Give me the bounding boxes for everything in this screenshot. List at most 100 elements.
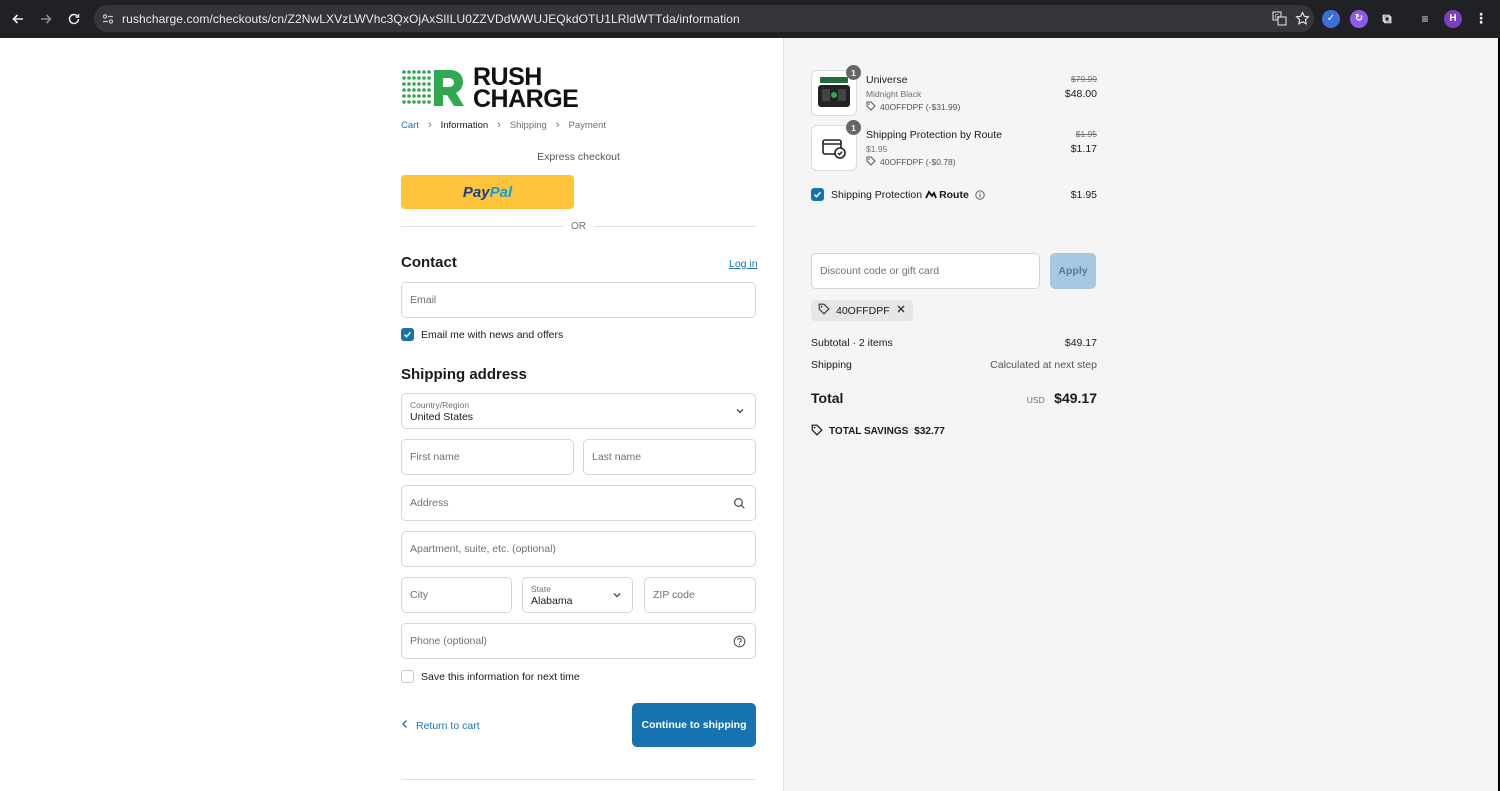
route-protection-row[interactable]: Shipping Protection Route $1.95: [811, 188, 1097, 201]
tag-icon: [818, 303, 830, 318]
breadcrumb-payment: Payment: [568, 119, 606, 131]
item-variant: Midnight Black: [866, 89, 922, 99]
first-name-field[interactable]: First name: [401, 439, 574, 475]
shipping-row: Shipping Calculated at next step: [811, 359, 1097, 371]
login-link[interactable]: Log in: [729, 258, 758, 270]
item-price: $1.17: [1070, 143, 1097, 155]
site-settings-icon[interactable]: [94, 12, 122, 26]
apply-button[interactable]: Apply: [1050, 253, 1096, 289]
or-text: OR: [571, 221, 586, 232]
url-text[interactable]: rushcharge.com/checkouts/cn/Z2NwLXVzLWVh…: [122, 12, 740, 26]
quantity-badge: 1: [846, 65, 861, 80]
apply-label: Apply: [1058, 265, 1088, 277]
save-info-checkbox-row[interactable]: Save this information for next time: [401, 670, 580, 683]
shield-extension-icon[interactable]: ✓: [1322, 9, 1340, 28]
total-savings: TOTAL SAVINGS $32.77: [811, 424, 945, 439]
translate-icon[interactable]: G: [1272, 11, 1287, 26]
charger-product-icon: [818, 77, 850, 107]
reload-icon[interactable]: [60, 5, 88, 33]
total-row: Total USD $49.17: [811, 390, 1097, 408]
tag-icon: [866, 156, 876, 168]
breadcrumb-cart[interactable]: Cart: [401, 120, 419, 131]
apartment-field[interactable]: Apartment, suite, etc. (optional): [401, 531, 756, 567]
item-name: Shipping Protection by Route: [866, 129, 1003, 141]
address-bar[interactable]: rushcharge.com/checkouts/cn/Z2NwLXVzLWVh…: [94, 5, 1314, 32]
extensions-puzzle-icon[interactable]: ⧉: [1378, 10, 1396, 28]
save-info-label: Save this information for next time: [421, 670, 580, 683]
savings-label: TOTAL SAVINGS: [829, 426, 909, 437]
breadcrumb-information: Information: [440, 119, 489, 131]
return-to-cart-label: Return to cart: [416, 719, 480, 732]
info-icon[interactable]: [975, 189, 985, 200]
subtotal-label: Subtotal · 2 items: [811, 337, 893, 349]
line-item: 1 Universe Midnight Black 40OFFDPF (-$31…: [811, 65, 1097, 116]
email-field[interactable]: Email: [401, 282, 756, 318]
discount-placeholder: Discount code or gift card: [820, 265, 940, 277]
item-discount-text: 40OFFDPF (-$31.99): [880, 102, 961, 112]
applied-code: 40OFFDPF: [836, 304, 890, 317]
route-brand-text: Route: [939, 188, 969, 201]
route-logo-icon: [925, 190, 937, 199]
help-circle-icon[interactable]: [733, 635, 746, 648]
line-item: 1 Shipping Protection by Route $1.95 40O…: [811, 120, 1097, 171]
phone-field[interactable]: Phone (optional): [401, 623, 756, 659]
tag-icon: [866, 101, 876, 113]
contact-title: Contact: [401, 254, 457, 271]
item-original-price: $1.95: [1075, 129, 1097, 139]
shipping-value: Calculated at next step: [990, 359, 1097, 371]
news-checkbox[interactable]: [401, 328, 414, 341]
applied-discount-chip: 40OFFDPF: [811, 300, 913, 321]
profile-avatar[interactable]: H: [1444, 9, 1462, 28]
phone-placeholder: Phone (optional): [410, 635, 488, 647]
route-brand: Route: [925, 189, 969, 201]
state-select[interactable]: State Alabama: [522, 577, 633, 613]
checkmark-icon: [403, 331, 412, 338]
svg-text:G: G: [1275, 14, 1280, 21]
paypal-button[interactable]: Pay Pal: [401, 175, 574, 209]
state-value: Alabama: [531, 595, 573, 607]
search-icon: [733, 497, 746, 510]
chevron-right-icon: ›: [497, 119, 501, 131]
apartment-placeholder: Apartment, suite, etc. (optional): [410, 543, 556, 555]
subtotal-row: Subtotal · 2 items $49.17: [811, 337, 1097, 349]
bookmark-star-icon[interactable]: [1295, 11, 1310, 26]
city-field[interactable]: City: [401, 577, 512, 613]
discount-code-input[interactable]: Discount code or gift card: [811, 253, 1040, 289]
last-name-field[interactable]: Last name: [583, 439, 756, 475]
email-placeholder: Email: [410, 294, 437, 306]
back-arrow-icon[interactable]: [4, 5, 32, 33]
route-protection-price: $1.95: [1070, 188, 1097, 201]
item-original-price: $79.99: [1071, 74, 1097, 84]
menu-kebab-icon[interactable]: ⋮: [1472, 10, 1490, 28]
item-discount-text: 40OFFDPF (-$0.78): [880, 157, 956, 167]
state-label: State: [531, 584, 551, 594]
total-value: $49.17: [1054, 390, 1097, 406]
tag-icon: [811, 424, 823, 439]
route-protection-checkbox[interactable]: [811, 188, 824, 201]
shipping-label: Shipping: [811, 359, 852, 371]
city-placeholder: City: [410, 589, 429, 601]
express-checkout-label: Express checkout: [537, 151, 620, 163]
close-icon[interactable]: [896, 304, 906, 317]
breadcrumb-shipping: Shipping: [509, 119, 547, 131]
quantity-badge: 1: [846, 120, 861, 135]
purple-extension-icon[interactable]: ↻: [1350, 9, 1368, 28]
zip-field[interactable]: ZIP code: [644, 577, 756, 613]
save-info-checkbox[interactable]: [401, 670, 414, 683]
continue-to-shipping-button[interactable]: Continue to shipping: [632, 703, 756, 747]
footer-divider: [401, 779, 756, 780]
route-protection-label: Shipping Protection: [831, 188, 923, 201]
news-checkbox-row[interactable]: Email me with news and offers: [401, 328, 563, 341]
return-to-cart-link[interactable]: Return to cart: [401, 719, 480, 732]
paypal-pal-text: Pal: [489, 183, 513, 201]
country-select[interactable]: Country/Region United States: [401, 393, 756, 429]
rushcharge-logo[interactable]: RUSH CHARGE: [401, 65, 579, 112]
first-name-placeholder: First name: [410, 451, 460, 463]
zip-placeholder: ZIP code: [653, 589, 695, 601]
address-field[interactable]: Address: [401, 485, 756, 521]
item-discount: 40OFFDPF (-$31.99): [866, 101, 960, 113]
news-checkbox-label: Email me with news and offers: [421, 328, 564, 341]
reading-list-icon[interactable]: ≡: [1416, 10, 1434, 28]
forward-arrow-icon[interactable]: [32, 5, 60, 33]
item-variant: $1.95: [866, 144, 888, 154]
